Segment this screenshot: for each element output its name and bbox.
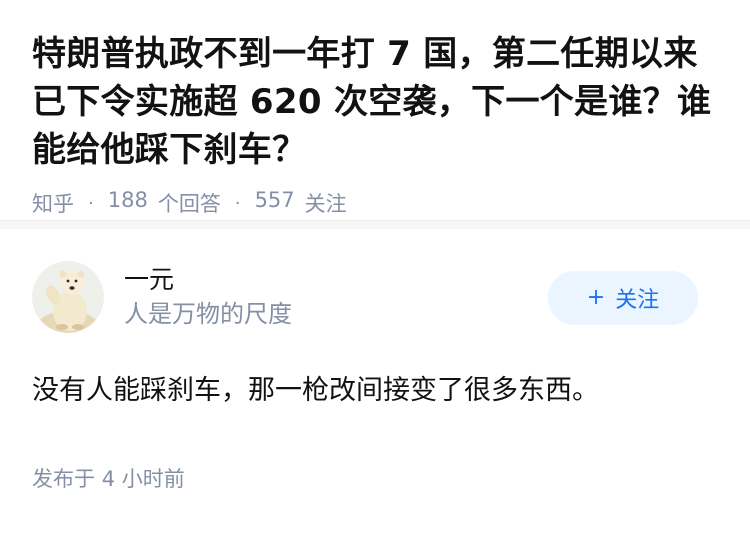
author-avatar[interactable] xyxy=(32,261,104,333)
zhihu-answer-page: 特朗普执政不到一年打 7 国，第二任期以来已下令实施超 620 次空袭，下一个是… xyxy=(0,0,750,540)
follow-label: 关注 xyxy=(615,288,660,313)
plus-icon: + xyxy=(586,285,606,310)
follower-count: 557 xyxy=(254,188,295,212)
follow-button[interactable]: + 关注 xyxy=(548,271,698,325)
meta-separator: · xyxy=(88,192,94,214)
section-divider xyxy=(0,220,750,229)
author-info: 一元 人是万物的尺度 xyxy=(124,263,292,331)
answer-card: 一元 人是万物的尺度 + 关注 没有人能踩刹车，那一枪改间接变了很多东西。 发布… xyxy=(0,229,750,493)
answer-count-link[interactable]: 188 个回答 xyxy=(108,188,221,218)
follower-count-label: 关注 xyxy=(304,192,347,216)
question-header: 特朗普执政不到一年打 7 国，第二任期以来已下令实施超 620 次空袭，下一个是… xyxy=(0,0,750,220)
author-bio: 人是万物的尺度 xyxy=(124,300,292,328)
time-prefix: 发布于 xyxy=(32,467,95,491)
answer-count: 188 xyxy=(107,188,148,212)
meta-separator: · xyxy=(234,192,241,214)
source-label: 知乎 xyxy=(32,192,74,216)
answer-content[interactable]: 没有人能踩刹车，那一枪改间接变了很多东西。 xyxy=(32,371,718,411)
author-name[interactable]: 一元 xyxy=(124,263,292,297)
answer-timestamp: 发布于 4 小时前 xyxy=(32,463,718,493)
polar-bear-avatar-icon xyxy=(32,261,104,333)
time-value: 4 小时前 xyxy=(101,467,185,491)
answer-count-label: 个回答 xyxy=(157,192,221,216)
author-row: 一元 人是万物的尺度 + 关注 xyxy=(32,259,718,335)
question-title[interactable]: 特朗普执政不到一年打 7 国，第二任期以来已下令实施超 620 次空袭，下一个是… xyxy=(32,30,718,174)
follower-count-info: 557 关注 xyxy=(255,188,347,218)
question-meta: 知乎 · 188 个回答 · 557 关注 xyxy=(32,188,718,218)
